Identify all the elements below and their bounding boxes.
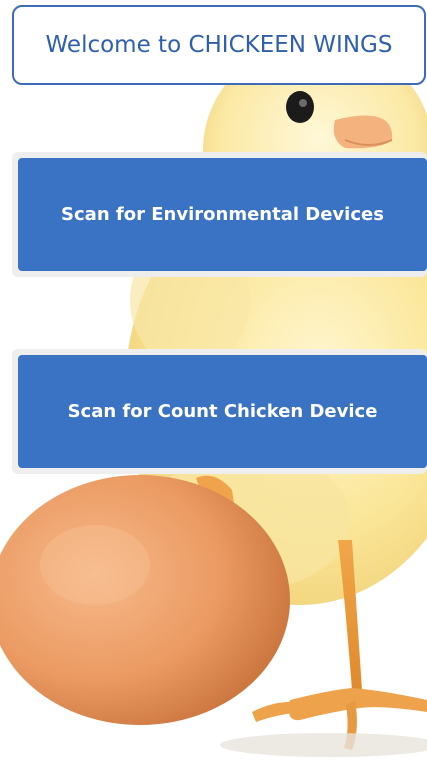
- scan-environmental-devices-button[interactable]: Scan for Environmental Devices: [18, 158, 427, 271]
- welcome-banner: Welcome to CHICKEEN WINGS: [12, 5, 426, 85]
- welcome-title: Welcome to CHICKEEN WINGS: [45, 32, 393, 58]
- scan-count-chicken-device-label: Scan for Count Chicken Device: [67, 401, 378, 422]
- scan-count-chicken-button-frame: Scan for Count Chicken Device: [12, 349, 427, 474]
- scan-count-chicken-device-button[interactable]: Scan for Count Chicken Device: [18, 355, 427, 468]
- scan-environmental-button-frame: Scan for Environmental Devices: [12, 152, 427, 277]
- scan-environmental-devices-label: Scan for Environmental Devices: [61, 204, 384, 225]
